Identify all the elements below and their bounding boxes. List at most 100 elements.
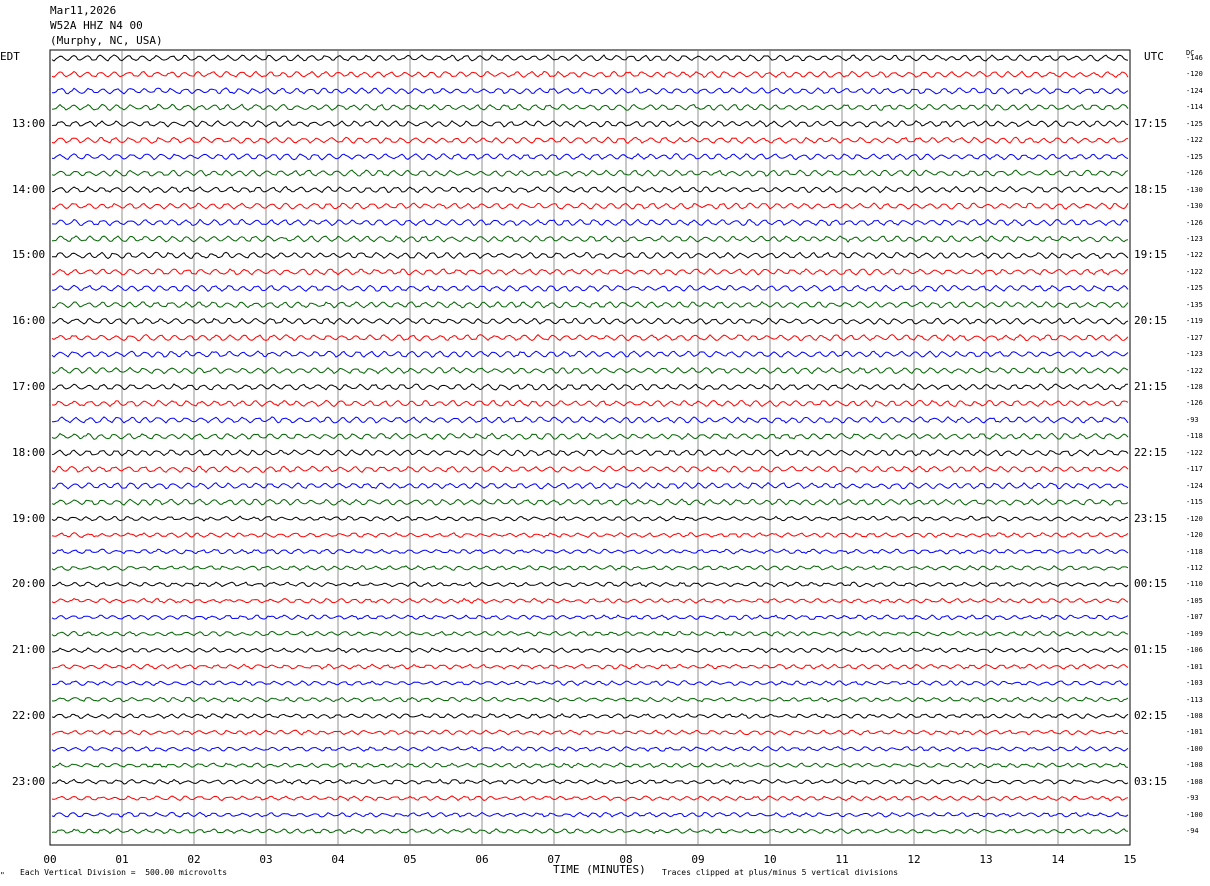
dc-offset-label: -122 (1186, 136, 1203, 145)
seismic-trace (51, 301, 1129, 309)
dc-offset-label: -93 (1186, 794, 1199, 803)
left-hour-label: 18:00 (12, 445, 46, 459)
seismic-trace (51, 729, 1129, 736)
seismic-trace (51, 152, 1129, 161)
x-tick-label: 03 (259, 853, 273, 866)
right-hour-label: 02:15 (1134, 709, 1168, 722)
dc-offset-label: -103 (1186, 679, 1203, 688)
dc-offset-label: -124 (1186, 481, 1203, 490)
dc-offset-label: -122 (1186, 267, 1203, 276)
seismic-trace (51, 70, 1129, 79)
dc-offset-label: -101 (1186, 662, 1203, 671)
dc-offset-label: -112 (1186, 563, 1203, 572)
seismic-trace (51, 482, 1129, 490)
grid-lines (121, 50, 1059, 845)
dc-offset-label: -126 (1186, 218, 1203, 227)
left-hour-label: 16:00 (12, 314, 46, 328)
seismic-trace (51, 811, 1129, 818)
left-hour-label: 14:00 (12, 182, 46, 196)
dc-offset-label: -108 (1186, 712, 1203, 720)
seismic-trace (51, 712, 1129, 719)
dc-offset-label: -120 (1186, 514, 1203, 523)
seismic-trace (51, 630, 1129, 637)
x-tick-label: 06 (475, 853, 489, 866)
dc-offset-label: -123 (1186, 234, 1203, 243)
dc-offset-label: -107 (1186, 613, 1203, 622)
dc-offset-label: -130 (1186, 185, 1203, 194)
x-tick-label: 02 (187, 853, 201, 866)
dc-offset-label: -130 (1186, 202, 1203, 211)
x-tick-label: 04 (331, 853, 345, 866)
dc-offset-label: -105 (1186, 596, 1203, 605)
seismic-trace (51, 696, 1129, 703)
dc-offset-label: -118 (1186, 547, 1203, 556)
seismic-trace (51, 235, 1129, 243)
dc-offset-label: -108 (1186, 761, 1203, 770)
seismic-trace (51, 120, 1129, 128)
helicorder-plot (49, 49, 1131, 846)
trace-group (51, 54, 1129, 835)
seismic-trace (51, 284, 1129, 292)
seismic-trace (51, 614, 1129, 621)
dc-offset-label: -127 (1186, 333, 1203, 342)
seismic-trace (51, 334, 1129, 342)
dc-offset-label: -114 (1186, 103, 1203, 112)
dc-offset-label: -101 (1186, 728, 1203, 737)
x-tick-label: 15 (1123, 853, 1137, 866)
seismic-trace (51, 778, 1129, 785)
seismic-trace (51, 87, 1129, 95)
x-tick-label: 09 (691, 853, 705, 866)
x-tick-label: 11 (835, 853, 849, 866)
dc-offset-label: -122 (1186, 251, 1203, 260)
seismic-trace (51, 169, 1129, 177)
seismic-trace (51, 383, 1128, 391)
seismic-trace (51, 185, 1129, 194)
dc-offset-label: -115 (1186, 498, 1203, 507)
left-hour-label: 19:00 (12, 511, 46, 525)
seismic-trace (51, 268, 1129, 276)
seismic-trace (51, 565, 1129, 571)
dc-offset-label: -125 (1186, 152, 1203, 161)
left-hour-label: 15:00 (12, 248, 46, 262)
corner-mark: " (0, 871, 5, 880)
dc-offset-label: -113 (1186, 695, 1203, 704)
x-tick-label: 14 (1051, 853, 1065, 866)
scale-note: Each Vertical Division = 500.00 microvol… (20, 868, 228, 877)
dc-offset-label: -108 (1186, 777, 1203, 786)
seismic-trace (51, 432, 1129, 441)
seismic-trace (51, 366, 1129, 375)
seismic-trace (51, 663, 1129, 670)
left-hour-label: 13:00 (12, 116, 46, 130)
dc-offset-label: -109 (1186, 629, 1203, 638)
dc-offset-label: -94 (1186, 827, 1199, 836)
dc-offset-label: -118 (1186, 432, 1203, 441)
seismic-trace (51, 350, 1129, 358)
right-hour-label: 23:15 (1134, 511, 1168, 525)
seismic-trace (51, 136, 1129, 144)
right-hour-label: 19:15 (1134, 248, 1168, 262)
dc-offset-label: -117 (1186, 465, 1203, 474)
left-hour-label: 22:00 (12, 709, 46, 722)
seismic-trace (52, 251, 1129, 260)
seismic-trace (51, 745, 1129, 752)
seismic-trace (51, 317, 1129, 325)
seismic-trace (51, 548, 1129, 555)
seismic-trace (52, 416, 1129, 424)
seismic-trace (51, 218, 1129, 227)
seismic-trace (51, 581, 1129, 588)
left-hour-label: 23:00 (12, 774, 46, 788)
left-hour-label: 17:00 (12, 380, 46, 393)
right-hour-label: 21:15 (1134, 380, 1168, 393)
dc-offset-label: -100 (1186, 810, 1203, 819)
dc-offset-label: -122 (1186, 448, 1203, 457)
dc-offset-label: -126 (1186, 169, 1203, 178)
x-axis-title: TIME (MINUTES) (553, 863, 646, 876)
dc-offset-label: -100 (1186, 744, 1203, 753)
dc-offset-label: -126 (1186, 399, 1203, 408)
x-tick-label: 00 (43, 853, 57, 866)
seismic-trace (51, 647, 1129, 654)
dc-offset-label: -123 (1186, 350, 1203, 359)
left-hour-label: 21:00 (12, 643, 46, 657)
seismic-trace (51, 762, 1129, 769)
x-tick-label: 10 (763, 853, 777, 866)
